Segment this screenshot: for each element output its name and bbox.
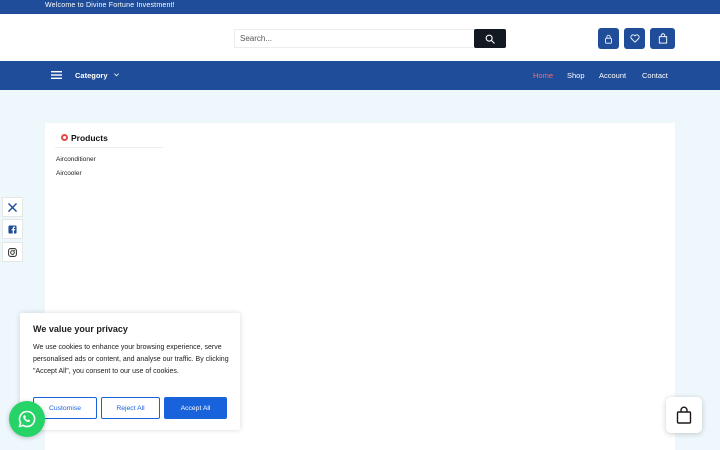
social-x-button[interactable]: [2, 197, 23, 217]
search-box: [234, 29, 506, 48]
top-bar: Welcome to Divine Fortune Investment!: [0, 0, 720, 14]
category-menu[interactable]: Category: [75, 71, 108, 80]
header: [0, 14, 720, 61]
wishlist-button[interactable]: [624, 28, 645, 49]
whatsapp-button[interactable]: [9, 401, 45, 437]
search-input[interactable]: [235, 30, 475, 47]
user-icon: [605, 34, 612, 44]
nav-link-shop[interactable]: Shop: [567, 71, 585, 80]
hamburger-icon[interactable]: [51, 71, 62, 79]
social-facebook-button[interactable]: [2, 219, 23, 239]
account-button[interactable]: [598, 28, 619, 49]
accept-all-button[interactable]: Accept All: [164, 397, 227, 419]
cart-button[interactable]: [650, 28, 675, 49]
main-navigation: Category Home Shop Account Contact: [0, 61, 720, 90]
products-widget-header: Products: [55, 131, 163, 148]
search-icon: [485, 34, 495, 44]
heart-icon: [629, 34, 640, 43]
search-button[interactable]: [474, 29, 506, 48]
social-instagram-button[interactable]: [2, 242, 23, 262]
welcome-text: Welcome to Divine Fortune Investment!: [45, 2, 175, 9]
x-icon: [8, 202, 17, 212]
products-title: Products: [71, 133, 108, 143]
cookie-title: We value your privacy: [33, 324, 128, 334]
whatsapp-icon: [18, 410, 36, 428]
reject-all-button[interactable]: Reject All: [101, 397, 160, 419]
category-link-airconditioner[interactable]: Airconditioner: [56, 156, 96, 163]
instagram-icon: [8, 247, 17, 257]
nav-link-contact[interactable]: Contact: [642, 71, 668, 80]
facebook-icon: [8, 224, 17, 234]
cookie-consent-banner: We value your privacy We use cookies to …: [20, 313, 240, 430]
nav-link-account[interactable]: Account: [599, 71, 626, 80]
chevron-down-icon: [114, 73, 119, 77]
floating-cart-button[interactable]: [666, 397, 702, 433]
nav-link-home[interactable]: Home: [533, 71, 553, 80]
category-link-aircooler[interactable]: Aircooler: [56, 170, 82, 177]
circle-icon: [61, 134, 68, 141]
bag-icon: [658, 33, 667, 44]
cookie-description: We use cookies to enhance your browsing …: [33, 344, 229, 375]
shopping-bag-icon: [676, 406, 692, 424]
